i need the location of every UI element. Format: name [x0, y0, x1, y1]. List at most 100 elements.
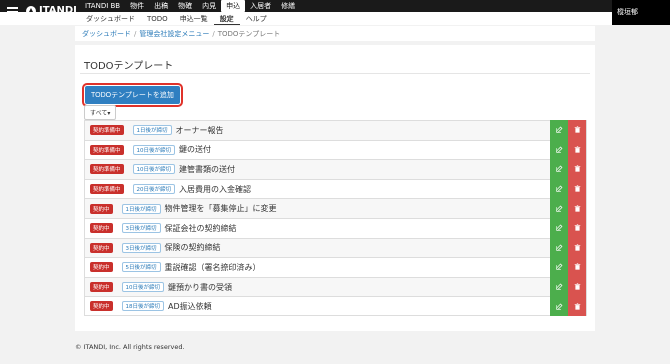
edit-button[interactable] — [550, 159, 568, 179]
edit-button[interactable] — [550, 296, 568, 316]
edit-icon — [555, 224, 563, 231]
top-nav-item[interactable]: 物確 — [173, 0, 197, 12]
status-badge: 契約準備中 — [90, 144, 124, 155]
edit-button[interactable] — [550, 257, 568, 277]
status-badge: 契約準備中 — [90, 164, 124, 175]
edit-icon — [555, 165, 563, 173]
due-label: 10日後が締切 — [132, 164, 176, 175]
todo-row: 契約中 5日後が締切 重説確認（署名捺印済み） — [84, 257, 587, 277]
delete-button[interactable] — [568, 237, 586, 258]
breadcrumb: ダッシュボード / 管理会社設定メニュー / TODOテンプレート — [75, 26, 595, 41]
top-nav-item[interactable]: 入居者 — [245, 0, 276, 12]
status-badge: 契約中 — [90, 282, 113, 293]
todo-name: 鍵預かり書の受領 — [168, 282, 233, 292]
due-label: 20日後が締切 — [132, 184, 176, 195]
trash-icon — [574, 283, 581, 290]
top-nav-item[interactable]: 申込 — [221, 0, 246, 12]
edit-icon — [555, 205, 563, 212]
trash-icon — [574, 205, 581, 212]
row-actions — [550, 257, 586, 277]
todo-name: 物件管理を「募集停止」に変更 — [164, 204, 277, 214]
edit-button[interactable] — [550, 217, 568, 238]
todo-name: 重説確認（署名捺印済み） — [164, 262, 261, 272]
delete-button[interactable] — [568, 198, 586, 218]
top-nav-item[interactable]: 修繕 — [276, 0, 300, 12]
sub-nav-item[interactable]: TODO — [141, 13, 174, 25]
top-nav-item[interactable]: 物件 — [125, 0, 149, 12]
top-nav-item[interactable]: 内見 — [197, 0, 221, 12]
status-badge: 契約中 — [90, 262, 113, 273]
todo-row: 契約準備中 1日後が締切 オーナー報告 — [84, 120, 587, 140]
todo-row: 契約中 10日後が締切 鍵預かり書の受領 — [84, 276, 587, 297]
edit-icon — [555, 303, 563, 310]
row-actions — [550, 198, 586, 218]
breadcrumb-current: TODOテンプレート — [217, 29, 281, 38]
sub-nav-item[interactable]: ヘルプ — [240, 13, 273, 25]
todo-name: AD振込依頼 — [168, 301, 212, 311]
delete-button[interactable] — [568, 296, 586, 316]
trash-icon — [574, 263, 581, 271]
edit-icon — [555, 263, 563, 271]
row-actions — [550, 178, 586, 199]
row-actions — [550, 159, 586, 179]
sub-nav-item[interactable]: 申込一覧 — [174, 13, 214, 25]
delete-button[interactable] — [568, 120, 586, 140]
todo-name: 鍵の送付 — [179, 145, 212, 155]
trash-icon — [574, 302, 581, 310]
trash-icon — [574, 126, 581, 133]
top-nav-item[interactable]: ITANDI BB — [80, 0, 125, 12]
due-label: 3日後が締切 — [121, 242, 161, 253]
sub-nav-item[interactable]: ダッシュボード — [80, 13, 141, 25]
edit-button[interactable] — [550, 139, 568, 160]
todo-template-list: 契約準備中 1日後が締切 オーナー報告 契約準備中 10日後が締切 鍵の送付 契約準備中 10… — [84, 120, 587, 316]
status-filter-dropdown[interactable]: すべて▾ — [84, 105, 117, 120]
row-actions — [550, 296, 586, 316]
status-badge: 契約中 — [90, 203, 113, 214]
edit-button[interactable] — [550, 178, 568, 199]
top-nav-item[interactable]: 出稿 — [149, 0, 173, 12]
todo-row: 契約中 1日後が締切 物件管理を「募集停止」に変更 — [84, 198, 587, 218]
delete-button[interactable] — [568, 217, 586, 238]
todo-row: 契約準備中 20日後が締切 入居費用の入金確認 — [84, 178, 587, 199]
edit-button[interactable] — [550, 237, 568, 258]
status-badge: 契約準備中 — [90, 125, 124, 136]
todo-name: 入居費用の入金確認 — [179, 184, 252, 194]
delete-button[interactable] — [568, 159, 586, 179]
due-label: 18日後が締切 — [121, 301, 165, 312]
sub-nav: ダッシュボード TODO 申込一覧 設定 ヘルプ — [80, 13, 273, 25]
status-badge: 契約中 — [90, 301, 113, 312]
sub-nav-item[interactable]: 設定 — [213, 13, 240, 25]
edit-icon — [555, 126, 563, 133]
due-label: 10日後が締切 — [132, 144, 176, 155]
breadcrumb-settings-menu[interactable]: 管理会社設定メニュー — [139, 29, 209, 39]
row-actions — [550, 120, 586, 140]
row-actions — [550, 276, 586, 297]
trash-icon — [574, 224, 581, 231]
divider — [80, 73, 590, 74]
todo-name: 保証会社の契約締結 — [164, 223, 237, 233]
due-label: 10日後が締切 — [121, 282, 165, 293]
top-nav: ITANDI BB 物件 出稿 物確 内見 申込 入居者 修繕 — [80, 0, 300, 12]
edit-icon — [555, 283, 563, 290]
edit-button[interactable] — [550, 198, 568, 218]
user-name[interactable]: 樅垣郁 — [612, 0, 670, 25]
edit-icon — [555, 146, 563, 153]
todo-row: 契約準備中 10日後が締切 鍵の送付 — [84, 139, 587, 160]
edit-button[interactable] — [550, 276, 568, 297]
edit-icon — [555, 185, 563, 192]
delete-button[interactable] — [568, 139, 586, 160]
breadcrumb-dashboard[interactable]: ダッシュボード — [82, 29, 131, 39]
edit-icon — [555, 244, 563, 251]
todo-row: 契約中 18日後が締切 AD振込依頼 — [84, 296, 587, 316]
trash-icon — [574, 244, 581, 251]
delete-button[interactable] — [568, 276, 586, 297]
add-todo-template-button[interactable]: TODOテンプレートを追加 — [85, 86, 180, 104]
due-label: 1日後が締切 — [121, 203, 161, 214]
todo-name: 保険の契約締結 — [164, 243, 221, 253]
todo-name: 建管書類の送付 — [179, 164, 236, 174]
edit-button[interactable] — [550, 120, 568, 140]
delete-button[interactable] — [568, 178, 586, 199]
delete-button[interactable] — [568, 257, 586, 277]
status-badge: 契約中 — [90, 223, 113, 234]
trash-icon — [574, 146, 581, 153]
